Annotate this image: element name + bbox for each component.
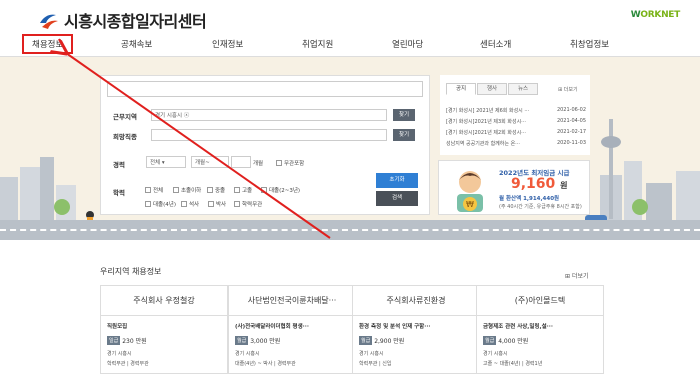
annotation-arrow xyxy=(0,0,331,239)
